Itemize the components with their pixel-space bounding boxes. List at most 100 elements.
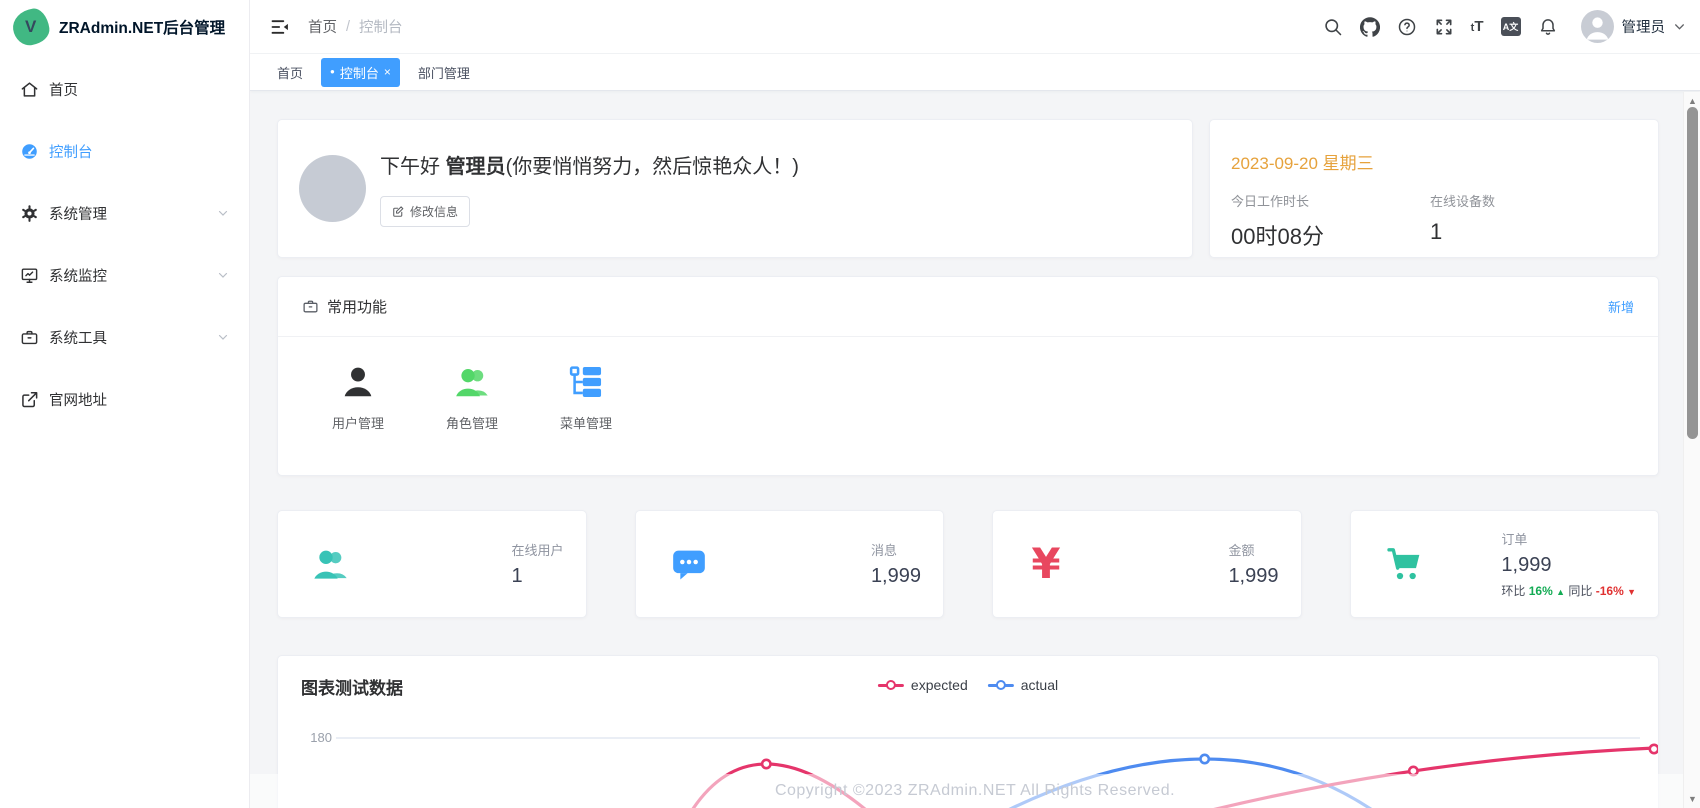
sidebar-item-label: 系统管理 — [49, 203, 107, 224]
stat-value: 1,999 — [1228, 565, 1278, 588]
app-window: V ZRAdmin.NET后台管理 首页 控制台 系统管理 系统监控 — [0, 0, 1700, 808]
chart-title: 图表测试数据 — [301, 674, 403, 699]
breadcrumb-current: 控制台 — [359, 16, 403, 37]
sidebar: V ZRAdmin.NET后台管理 首页 控制台 系统管理 系统监控 — [0, 0, 250, 808]
user-avatar-large[interactable] — [299, 155, 366, 222]
stat-value: 1 — [511, 565, 563, 588]
legend-item-expected[interactable]: expected — [878, 677, 968, 693]
chevron-down-icon — [217, 269, 229, 281]
user-menu[interactable]: 管理员 — [1581, 10, 1687, 43]
edit-profile-button[interactable]: 修改信息 — [380, 196, 470, 227]
breadcrumb-home[interactable]: 首页 — [308, 16, 337, 37]
sidebar-item-system-tools[interactable]: 系统工具 — [0, 306, 249, 368]
user-name: 管理员 — [1622, 16, 1666, 37]
tab-home[interactable]: 首页 — [273, 58, 307, 87]
greeting-text: 下午好 管理员(你要悄悄努力，然后惊艳众人！) — [380, 150, 799, 179]
message-icon — [669, 544, 709, 584]
chevron-down-icon — [1673, 20, 1686, 33]
fullscreen-icon[interactable] — [1434, 17, 1454, 37]
sidebar-item-label: 首页 — [49, 79, 78, 100]
stat-value: 1,999 — [1501, 554, 1636, 577]
stat-card-messages: 消息 1,999 — [635, 510, 945, 618]
toolbox-icon — [20, 328, 39, 347]
bell-icon[interactable] — [1538, 17, 1558, 37]
copyright-text: Copyright ©2023 ZRAdmin.NET All Rights R… — [775, 782, 1175, 800]
legend-marker-expected — [878, 680, 904, 690]
sidebar-fold-icon[interactable] — [270, 17, 290, 37]
logo-row[interactable]: V ZRAdmin.NET后台管理 — [0, 0, 249, 54]
online-devices-value: 1 — [1430, 219, 1637, 245]
y-axis-tick-180: 180 — [304, 730, 332, 745]
today-date: 2023-09-20 星期三 — [1231, 149, 1637, 174]
edit-icon — [392, 205, 405, 218]
breadcrumb: 首页 / 控制台 — [308, 16, 403, 37]
stat-card-amount: ¥ 金额 1,999 — [992, 510, 1302, 618]
page-footer: Copyright ©2023 ZRAdmin.NET All Rights R… — [250, 774, 1700, 808]
tab-dept[interactable]: 部门管理 — [414, 58, 474, 87]
avatar — [1581, 10, 1614, 43]
chart-legend: expected actual — [878, 677, 1058, 693]
stats-row: 在线用户 1 消息 1,999 ¥ 金额 1,999 — [277, 510, 1659, 618]
feature-menu-mgmt[interactable]: 菜单管理 — [541, 363, 631, 432]
sidebar-item-system-monitor[interactable]: 系统监控 — [0, 244, 249, 306]
feature-user-mgmt[interactable]: 用户管理 — [313, 363, 403, 432]
sidebar-item-label: 系统监控 — [49, 265, 107, 286]
scrollbar-thumb[interactable] — [1687, 107, 1698, 439]
stat-label: 在线用户 — [511, 540, 563, 559]
online-devices-label: 在线设备数 — [1430, 191, 1637, 210]
online-users-icon — [311, 544, 351, 584]
tab-label: 控制台 — [340, 63, 379, 82]
legend-item-actual[interactable]: actual — [988, 677, 1058, 693]
sidebar-item-website[interactable]: 官网地址 — [0, 368, 249, 430]
user-icon — [339, 363, 377, 401]
stat-label: 消息 — [871, 540, 921, 559]
stat-label: 金额 — [1228, 540, 1278, 559]
scrollbar-up-arrow[interactable]: ▲ — [1684, 94, 1700, 108]
add-link[interactable]: 新增 — [1608, 297, 1634, 316]
sidebar-item-home[interactable]: 首页 — [0, 58, 249, 120]
font-size-icon[interactable]: tT — [1471, 19, 1484, 34]
translate-icon[interactable]: A文 — [1501, 17, 1521, 36]
search-icon[interactable] — [1323, 17, 1343, 37]
work-duration-label: 今日工作时长 — [1231, 191, 1430, 210]
feature-label: 角色管理 — [446, 413, 498, 432]
cart-icon — [1384, 544, 1424, 584]
tab-close-icon[interactable]: × — [384, 65, 391, 79]
top-navbar: 首页 / 控制台 tT A文 管理员 — [250, 0, 1700, 54]
app-logo: V — [11, 7, 52, 48]
stat-label: 订单 — [1501, 529, 1636, 548]
main-area: 首页 / 控制台 tT A文 管理员 — [250, 0, 1700, 808]
scrollbar-down-arrow[interactable]: ▼ — [1684, 792, 1700, 806]
trend-up-icon: ▲ — [1556, 587, 1565, 597]
stat-card-orders: 订单 1,999 环比 16% ▲ 同比 -16% ▼ — [1350, 510, 1660, 618]
chevron-down-icon — [217, 331, 229, 343]
sidebar-item-dashboard[interactable]: 控制台 — [0, 120, 249, 182]
vertical-scrollbar[interactable]: ▲ ▼ — [1683, 92, 1700, 808]
greeting-username: 管理员 — [446, 156, 506, 178]
gear-icon — [20, 204, 39, 223]
help-icon[interactable] — [1397, 17, 1417, 37]
legend-marker-actual — [988, 680, 1014, 690]
dashboard-icon — [20, 142, 39, 161]
work-duration-block: 今日工作时长 00时08分 — [1231, 191, 1430, 251]
monitor-icon — [20, 266, 39, 285]
breadcrumb-separator: / — [346, 19, 350, 35]
trend-down-icon: ▼ — [1627, 587, 1636, 597]
github-icon[interactable] — [1360, 17, 1380, 37]
feature-role-mgmt[interactable]: 角色管理 — [427, 363, 517, 432]
feature-label: 菜单管理 — [560, 413, 612, 432]
sidebar-item-system-admin[interactable]: 系统管理 — [0, 182, 249, 244]
tab-active-dot: ● — [330, 68, 335, 76]
tab-dashboard[interactable]: ● 控制台 × — [321, 58, 400, 87]
stat-value: 1,999 — [871, 565, 921, 588]
yen-icon: ¥ — [1026, 544, 1066, 584]
quick-panel-title: 常用功能 — [327, 296, 387, 317]
greeting-card: 下午好 管理员(你要悄悄努力，然后惊艳众人！) 修改信息 — [277, 119, 1193, 258]
today-info-card: 2023-09-20 星期三 今日工作时长 00时08分 在线设备数 1 — [1209, 119, 1659, 258]
feature-label: 用户管理 — [332, 413, 384, 432]
roles-icon — [453, 363, 491, 401]
sidebar-item-label: 控制台 — [49, 141, 93, 162]
page-content: 下午好 管理员(你要悄悄努力，然后惊艳众人！) 修改信息 2023-09-20 … — [250, 92, 1700, 808]
stat-trend: 环比 16% ▲ 同比 -16% ▼ — [1501, 582, 1636, 599]
sidebar-item-label: 官网地址 — [49, 389, 107, 410]
